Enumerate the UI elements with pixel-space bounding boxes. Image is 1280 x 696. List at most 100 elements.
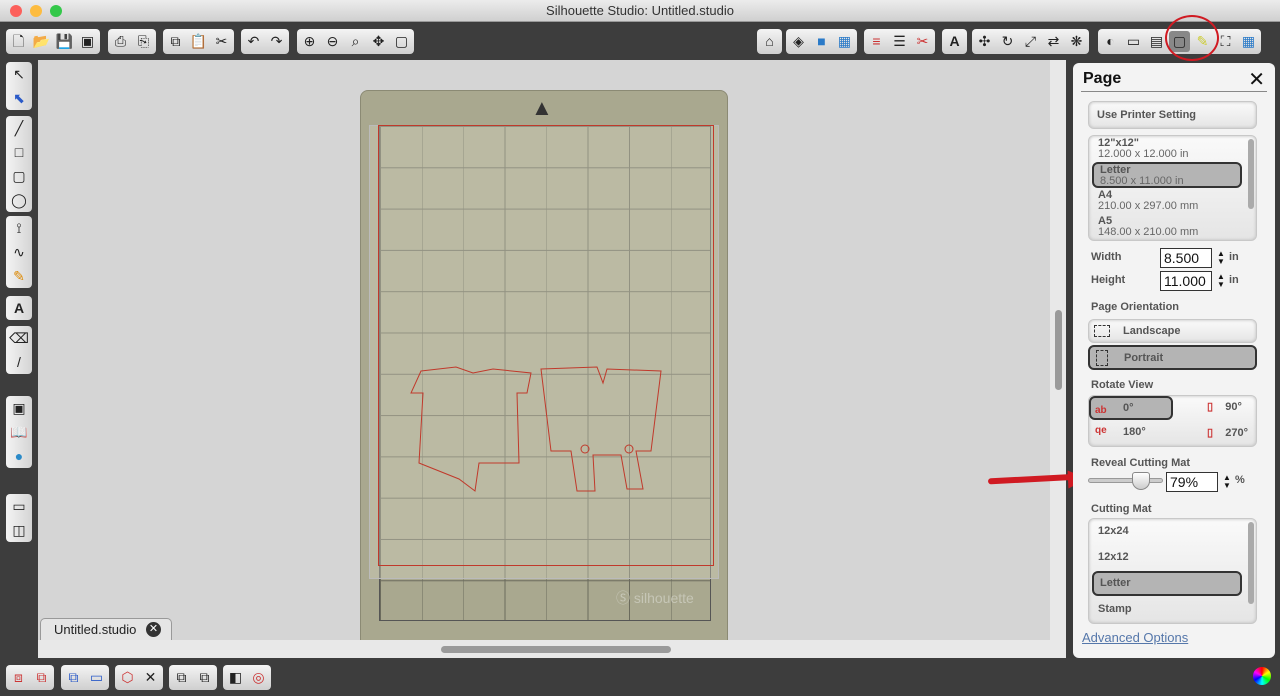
- width-stepper[interactable]: ▲ ▼: [1217, 250, 1225, 266]
- rotate-90-button[interactable]: ▯ 90°: [1207, 400, 1242, 413]
- cut-icon[interactable]: ✂: [211, 31, 232, 52]
- portrait-button[interactable]: Portrait: [1088, 345, 1257, 370]
- polygon-icon[interactable]: ⟟: [8, 216, 30, 240]
- scale-icon[interactable]: ⤢: [1020, 31, 1041, 52]
- design-shapes[interactable]: [361, 91, 729, 651]
- make-compound-icon[interactable]: ⧉: [63, 667, 84, 688]
- advanced-options-link[interactable]: Advanced Options: [1082, 630, 1188, 645]
- page-size-item[interactable]: 12"x12" 12.000 x 12.000 in: [1092, 138, 1242, 160]
- landscape-button[interactable]: Landscape: [1088, 319, 1257, 343]
- silhouette-store-icon[interactable]: ●: [8, 444, 30, 468]
- line-icon[interactable]: ╱: [8, 116, 30, 140]
- rectangle-icon[interactable]: □: [8, 140, 30, 164]
- reveal-percent-input[interactable]: 79%: [1166, 472, 1218, 492]
- use-printer-setting-button[interactable]: Use Printer Setting: [1088, 101, 1257, 129]
- minimize-window-button[interactable]: [30, 5, 42, 17]
- rotate-270-button[interactable]: ▯ 270°: [1207, 426, 1248, 439]
- move-icon[interactable]: ⇄: [1043, 31, 1064, 52]
- print-icon[interactable]: ⎙: [110, 31, 131, 52]
- height-input[interactable]: 11.000: [1160, 271, 1212, 291]
- mat-item-selected[interactable]: Letter: [1092, 571, 1242, 596]
- page-size-item[interactable]: A4 210.00 x 297.00 mm: [1092, 190, 1242, 212]
- bring-front-icon[interactable]: ⧉: [171, 667, 192, 688]
- mat-item[interactable]: 12x12: [1092, 551, 1242, 563]
- close-panel-icon[interactable]: ✕: [1248, 67, 1265, 92]
- new-icon[interactable]: 🗋: [8, 31, 29, 52]
- pan-icon[interactable]: ✥: [368, 31, 389, 52]
- store-icon[interactable]: ⌂: [759, 31, 780, 52]
- horizontal-scrollbar[interactable]: [38, 640, 1050, 658]
- zoom-window-button[interactable]: [50, 5, 62, 17]
- weld-icon[interactable]: ⬡: [117, 667, 138, 688]
- release-compound-icon[interactable]: ▭: [86, 667, 107, 688]
- reveal-stepper[interactable]: ▲ ▼: [1223, 474, 1231, 490]
- reveal-slider-thumb[interactable]: [1132, 472, 1150, 490]
- send-back-icon[interactable]: ⧉: [194, 667, 215, 688]
- rotate-icon[interactable]: ↻: [997, 31, 1018, 52]
- edit-points-icon[interactable]: ⬉: [8, 86, 30, 110]
- cut-style-icon[interactable]: ✂: [912, 31, 933, 52]
- close-tab-icon[interactable]: ✕: [146, 622, 161, 637]
- target-icon[interactable]: ◎: [248, 667, 269, 688]
- design-canvas[interactable]: ▲ Ⓢ silhouette: [38, 60, 1050, 658]
- vertical-scrollbar[interactable]: [1050, 60, 1066, 658]
- eraser-icon[interactable]: ⌫: [8, 326, 30, 350]
- zoom-select-icon[interactable]: ⌕: [345, 31, 366, 52]
- fit-page-icon[interactable]: ▢: [391, 31, 412, 52]
- line-color-icon[interactable]: ≡: [866, 31, 887, 52]
- text-icon[interactable]: A: [8, 296, 30, 320]
- curve-icon[interactable]: ∿: [8, 240, 30, 264]
- select-icon[interactable]: ↖: [8, 62, 30, 86]
- undo-icon[interactable]: ↶: [243, 31, 264, 52]
- ellipse-icon[interactable]: ◯: [8, 188, 30, 212]
- redo-icon[interactable]: ↷: [266, 31, 287, 52]
- zoom-out-icon[interactable]: ⊖: [322, 31, 343, 52]
- mat-item[interactable]: Stamp: [1092, 603, 1242, 615]
- width-input[interactable]: 8.500: [1160, 248, 1212, 268]
- modify-icon[interactable]: ◧: [225, 667, 246, 688]
- zoom-in-icon[interactable]: ⊕: [299, 31, 320, 52]
- library-view-icon[interactable]: 📖: [8, 420, 30, 444]
- line-style-icon[interactable]: ☰: [889, 31, 910, 52]
- page-size-item[interactable]: A5 148.00 x 210.00 mm: [1092, 216, 1242, 238]
- design-page-icon[interactable]: ▣: [8, 396, 30, 420]
- delete-icon[interactable]: ✕: [140, 667, 161, 688]
- cutting-mat-list[interactable]: 12x24 12x12 Letter Stamp: [1088, 518, 1257, 624]
- rotate-180-button[interactable]: 180°: [1123, 426, 1146, 438]
- horizontal-scroll-thumb[interactable]: [441, 646, 671, 653]
- paste-icon[interactable]: 📋: [188, 31, 209, 52]
- align-icon[interactable]: ✣: [974, 31, 995, 52]
- color-wheel-icon[interactable]: [1253, 667, 1271, 685]
- page-size-list[interactable]: 12"x12" 12.000 x 12.000 in Letter 8.500 x …: [1088, 135, 1257, 241]
- vertical-scroll-thumb[interactable]: [1055, 310, 1062, 390]
- mat-item[interactable]: 12x24: [1092, 525, 1242, 537]
- grid-icon[interactable]: ▦: [1238, 31, 1259, 52]
- split-view-icon[interactable]: ◫: [8, 518, 30, 542]
- save-icon[interactable]: 💾: [54, 31, 75, 52]
- replicate-icon[interactable]: ❋: [1066, 31, 1087, 52]
- height-stepper[interactable]: ▲ ▼: [1217, 273, 1225, 289]
- close-window-button[interactable]: [10, 5, 22, 17]
- page-size-item-selected[interactable]: Letter 8.500 x 11.000 in: [1092, 162, 1242, 188]
- trace-icon[interactable]: ◐: [1100, 31, 1121, 52]
- list-scrollbar[interactable]: [1248, 522, 1254, 604]
- open-icon[interactable]: 📂: [31, 31, 52, 52]
- list-scrollbar[interactable]: [1248, 139, 1254, 209]
- rounded-rect-icon[interactable]: ▢: [8, 164, 30, 188]
- knife-icon[interactable]: /: [8, 350, 30, 374]
- gradient-icon[interactable]: ■: [811, 31, 832, 52]
- library-icon[interactable]: ▣: [77, 31, 98, 52]
- image-icon[interactable]: ▤: [1146, 31, 1167, 52]
- pattern-icon[interactable]: ▦: [834, 31, 855, 52]
- single-view-icon[interactable]: ▭: [8, 494, 30, 518]
- text-style-icon[interactable]: A: [944, 31, 965, 52]
- group-icon[interactable]: ⧈: [8, 667, 29, 688]
- reveal-slider-track[interactable]: [1088, 478, 1163, 483]
- offset-icon[interactable]: ▭: [1123, 31, 1144, 52]
- copy-icon[interactable]: ⧉: [165, 31, 186, 52]
- send-icon[interactable]: ⎘: [133, 31, 154, 52]
- rotate-0-button[interactable]: ab 0°: [1089, 396, 1173, 420]
- ungroup-icon[interactable]: ⧉: [31, 667, 52, 688]
- freehand-icon[interactable]: ✎: [8, 264, 30, 288]
- fill-icon[interactable]: ◈: [788, 31, 809, 52]
